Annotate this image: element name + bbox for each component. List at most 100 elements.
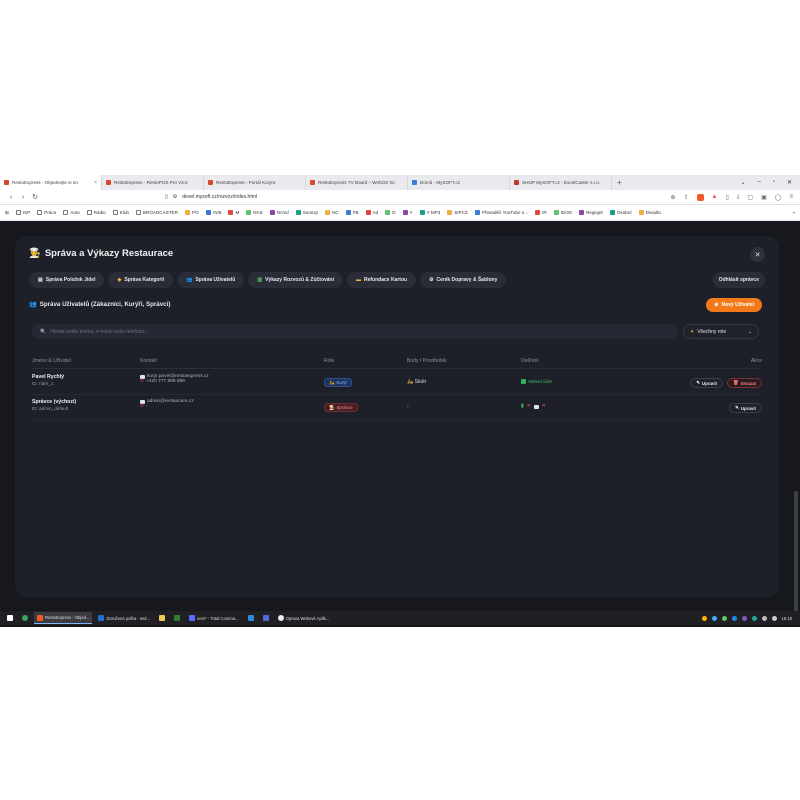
bookmark-item[interactable]: Y MP3 (419, 210, 440, 215)
bookmark-page-icon[interactable]: ▯ (165, 194, 168, 200)
url-text: devel.mysoft.cz/rozvoz/index.html (182, 194, 257, 200)
bookmark-item[interactable]: NASd (269, 210, 289, 215)
tray-icon[interactable] (751, 615, 757, 621)
nav-users[interactable]: 👥 Správa Uživatelů (177, 272, 245, 288)
bookmark-item[interactable]: Regiojet (578, 210, 603, 215)
tab-restopos[interactable]: RestoExpress - RestoPOS Pro V3.5 (102, 175, 204, 190)
bookmark-item[interactable]: Auto (63, 210, 80, 215)
network-icon[interactable] (761, 615, 767, 621)
tray-icon[interactable] (741, 615, 747, 621)
taskbar-restoexpress[interactable]: RestoExpress - Objed... (34, 612, 93, 624)
taskbar-total-commander[interactable]: oem* - Total Comma... (186, 612, 242, 624)
new-user-button[interactable]: ⊕ Nový Uživatel (706, 298, 762, 312)
bookmark-item[interactable]: Převaděč YouTube n... (474, 210, 528, 215)
page-scrollbar[interactable] (794, 491, 798, 621)
reload-icon[interactable]: ↻ (29, 193, 41, 201)
tab-mysoft-home[interactable]: Domů - MySOFT.cz (408, 175, 510, 190)
bookmark-item[interactable]: BROADCASTER (135, 210, 178, 215)
tray-icon[interactable] (711, 615, 717, 621)
taskbar-mail[interactable]: Doručená pošta - sed... (95, 612, 153, 624)
bookmark-item[interactable]: D (385, 210, 396, 215)
nav-food-items[interactable]: ▤ Správa Položek Jídel (29, 272, 105, 288)
taskbar-vscode[interactable] (245, 612, 257, 624)
filter-icon: ✦ (690, 328, 695, 335)
bookmark-item[interactable]: M (228, 210, 239, 215)
tab-search-icon[interactable]: ⌄ (740, 179, 745, 186)
role-filter-select[interactable]: ✦ Všechny role ⌄ (683, 324, 759, 339)
bookmark-item[interactable]: Klub (112, 210, 129, 215)
chart-icon: ▥ (257, 277, 263, 283)
close-window-icon[interactable]: ✕ (787, 179, 792, 186)
minimize-icon[interactable]: – (757, 179, 760, 186)
tray-icon[interactable] (721, 615, 727, 621)
bookmark-item[interactable]: PO (184, 210, 199, 215)
nav-reports[interactable]: ▥ Výkazy Rozvozů & Zúčtování (248, 272, 343, 288)
github-icon (277, 615, 284, 621)
bookmark-item[interactable]: FB (345, 210, 359, 215)
bookmark-item[interactable]: Ad (365, 210, 378, 215)
clock[interactable]: 16:18 (782, 616, 792, 621)
tab-portal-kuryra[interactable]: RestoExpress - Portál Kuryra (204, 175, 306, 190)
taskbar-github[interactable]: Oprava Webové Aplik... (275, 612, 333, 624)
new-tab-button[interactable]: + (612, 178, 627, 187)
bookmark-item[interactable]: NC (325, 210, 339, 215)
tab-tv-board[interactable]: RestoExpress TV Board – WebOS ho (306, 175, 408, 190)
rewards-icon[interactable]: ▲ (712, 194, 718, 201)
bookmark-item[interactable]: Osobní (609, 210, 632, 215)
verification-cell: Aktivní účet (521, 379, 552, 384)
bookmark-item[interactable]: Práce (37, 210, 56, 215)
maximize-icon[interactable]: ▫ (773, 179, 775, 186)
role-badge-admin: 👨‍🍳 Správce (324, 403, 358, 412)
logout-button[interactable]: Odhlásit správce (712, 272, 765, 288)
site-info-icon[interactable]: ⚙ (173, 194, 177, 200)
bookmark-item[interactable]: Rádio (86, 210, 106, 215)
user-search-input[interactable]: 🔍 Hledat podle jména, e-mailu nebo telef… (32, 324, 678, 339)
close-tab-icon[interactable]: × (92, 180, 97, 186)
url-field[interactable]: ▯ ⚙ devel.mysoft.cz/rozvoz/index.html (165, 194, 257, 200)
bookmarks-overflow-icon[interactable]: » (792, 210, 795, 215)
nav-delivery-pricing[interactable]: ⚙ Ceník Dopravy & Šablony (420, 272, 507, 288)
nav-categories[interactable]: ◆ Správa Kategorií (108, 272, 174, 288)
taskbar-chrome[interactable] (19, 612, 31, 624)
scooter-icon: 🛵 (407, 379, 414, 385)
zoom-icon[interactable]: ⊕ (670, 194, 675, 201)
folder-icon (37, 210, 43, 215)
tab-shop-mysoft[interactable]: SHOP MySOFT.cz - ExcelCaster s.r.o. (510, 175, 612, 190)
bookmark-item[interactable]: Y (402, 210, 413, 215)
back-icon[interactable]: ‹ (5, 194, 17, 201)
downloads-icon[interactable]: ⤓ (737, 194, 740, 201)
wallet-icon[interactable]: ▣ (761, 194, 767, 201)
taskbar-app[interactable] (260, 612, 272, 624)
brave-shield-icon[interactable] (696, 193, 704, 201)
extensions-icon[interactable]: ▢ (747, 194, 753, 201)
sidebar-icon[interactable]: ▯ (725, 194, 728, 201)
bookmark-label: Auto (70, 210, 80, 215)
bookmark-item[interactable]: ISP (15, 210, 30, 215)
bookmark-item[interactable]: AVB (205, 210, 221, 215)
tray-icon[interactable] (731, 615, 737, 621)
bookmark-item[interactable]: Divadlo (638, 210, 661, 215)
edit-button[interactable]: ✎ Upravit (690, 378, 724, 388)
bookmark-label: Klub (119, 210, 129, 215)
bookmark-item[interactable]: IR (535, 210, 547, 215)
forward-icon[interactable]: › (17, 194, 29, 201)
bookmark-item[interactable]: NAS (246, 210, 263, 215)
edit-button[interactable]: ✎ Upravit (729, 403, 762, 413)
start-button[interactable] (4, 612, 16, 624)
tab-restoexpress-objednejte[interactable]: RestoExpress - Objednejte si ön × (0, 175, 102, 190)
nav-card-refunds[interactable]: ▬ Refundace Kartou (347, 272, 417, 288)
close-modal-button[interactable]: ✕ (750, 247, 765, 262)
share-icon[interactable]: ⇪ (683, 194, 688, 201)
volume-icon[interactable] (771, 615, 777, 621)
profile-icon[interactable]: ◯ (775, 194, 782, 201)
taskbar-excel[interactable] (171, 612, 183, 624)
apps-grid-icon[interactable]: ⊞ (5, 210, 9, 216)
bookmark-item[interactable]: SumUp (295, 210, 318, 215)
taskbar-explorer[interactable] (156, 612, 168, 624)
actions-cell: ✎ Upravit 🗑 Smazat (690, 378, 762, 388)
bookmark-item[interactable]: SIPCZ (447, 210, 468, 215)
tray-icon[interactable] (701, 615, 707, 621)
menu-icon[interactable]: ≡ (789, 194, 793, 201)
bookmark-item[interactable]: IDOS (553, 210, 572, 215)
delete-button[interactable]: 🗑 Smazat (727, 378, 762, 388)
